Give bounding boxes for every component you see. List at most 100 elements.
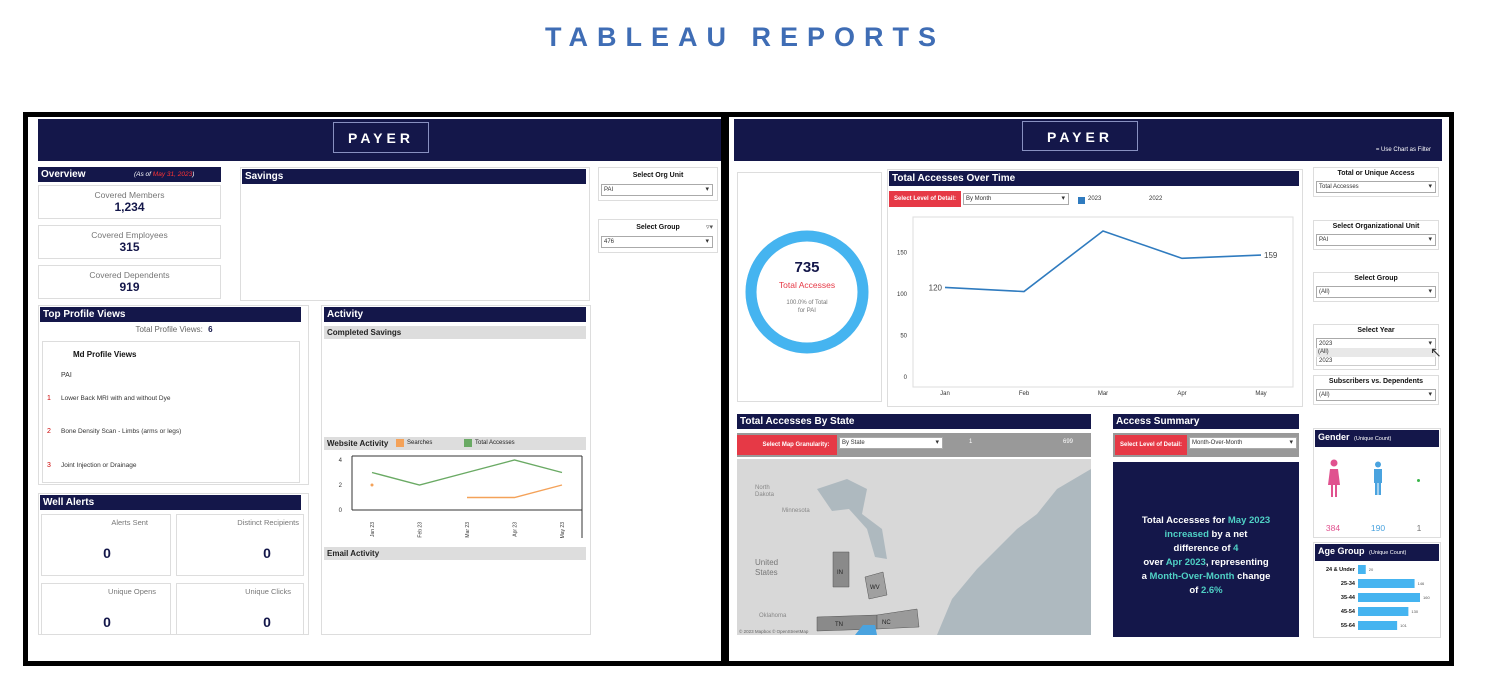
map-copyright: © 2023 Mapbox © OpenStreetMap: [739, 628, 809, 634]
group-filter-right: Select Group (All): [1313, 272, 1439, 302]
org-unit-select[interactable]: PAI: [601, 184, 713, 196]
summary-pct: 2.6%: [1200, 585, 1223, 596]
tat-plot-area: [912, 216, 1294, 388]
map-label-oklahoma: Oklahoma: [759, 613, 787, 619]
group-label-right: Select Group: [1354, 275, 1398, 282]
tat-line-chart[interactable]: 0 50 100 150 Jan Feb Mar Apr May 120 159: [889, 213, 1299, 403]
web-x-tick-4: May 23: [560, 522, 566, 539]
subs-label: Subscribers vs. Dependents: [1328, 378, 1424, 385]
tat-level-select[interactable]: By Month: [963, 193, 1069, 205]
unique-opens-cell: Unique Opens 0: [41, 583, 171, 635]
age-group-chart[interactable]: 24 & Under 20 25-34 146 35-44 160 45-54 130 55-6…: [1315, 561, 1439, 637]
age-label-2: 35-44: [1341, 595, 1356, 601]
map-label-tn: TN: [835, 622, 843, 628]
summary-month: May 2023: [1227, 515, 1271, 526]
savings-header: Savings: [242, 169, 586, 184]
state-map[interactable]: North Dakota Minnesota United States IN …: [737, 459, 1091, 635]
summary-text-4: difference of: [1173, 543, 1234, 554]
website-activity-chart[interactable]: 0 2 4 Jan 23 Feb 23 Mar 23 Apr 23 May 23: [324, 452, 590, 542]
age-bar-3: [1358, 607, 1409, 616]
donut-label: Total Accesses: [778, 280, 836, 290]
summary-line-5: a Month-Over-Month change: [1113, 570, 1299, 584]
subs-select[interactable]: (All): [1316, 389, 1436, 401]
filter-funnel-icon[interactable]: ▿▾: [706, 223, 713, 231]
alerts-sent-value: 0: [103, 545, 111, 561]
total-legend-label: Total Accesses: [475, 440, 515, 446]
age-title: Age Group: [1318, 546, 1365, 556]
age-bar-0: [1358, 565, 1366, 574]
unique-clicks-label: Unique Clicks: [245, 587, 291, 596]
state-header: Total Accesses By State: [737, 414, 1091, 429]
total-accesses-donut[interactable]: [743, 212, 871, 372]
group-select-right[interactable]: (All): [1316, 286, 1436, 298]
age-value-1: 146: [1418, 581, 1425, 586]
total-profile-label: Total Profile Views:: [135, 325, 203, 334]
as-of-prefix: (As of: [134, 171, 153, 178]
summary-line-3: difference of 4: [1113, 542, 1299, 556]
group-select[interactable]: 476: [601, 236, 713, 248]
org-unit-label: Select Org Unit: [632, 172, 684, 179]
summary-mom: Month-Over-Month: [1149, 571, 1235, 582]
unique-opens-label: Unique Opens: [108, 587, 156, 596]
alerts-sent-cell: Alerts Sent 0: [41, 514, 171, 576]
left-dashboard: PAYER Overview (As of May 31, 2023) Cove…: [23, 112, 726, 666]
summary-text-5: over: [1143, 557, 1166, 568]
age-label-3: 45-54: [1341, 609, 1356, 615]
legend-2023-swatch: [1078, 197, 1085, 204]
age-label-1: 25-34: [1341, 581, 1356, 587]
email-activity-header: Email Activity: [324, 547, 586, 560]
as-of-date: May 31, 2023: [152, 171, 193, 178]
year-option-2023[interactable]: 2023: [1316, 357, 1436, 366]
summary-diff: 4: [1233, 543, 1239, 554]
total-profile-views: Total Profile Views: 6: [40, 325, 308, 334]
summary-line-6: of 2.6%: [1113, 584, 1299, 598]
group-filter: Select Group ▿▾ 476: [598, 219, 718, 253]
web-y-tick-1: 2: [339, 483, 343, 489]
age-bar-2: [1358, 593, 1420, 602]
tat-header: Total Accesses Over Time: [889, 171, 1299, 186]
tat-x-tick-3: Apr: [1177, 391, 1186, 397]
donut-arc: [745, 230, 869, 354]
web-x-tick-2: Mar 23: [465, 522, 471, 538]
web-series-line-0: [467, 484, 563, 499]
age-bar-1: [1358, 579, 1415, 588]
org-unit-select-right[interactable]: PAI: [1316, 234, 1436, 246]
covered-members-card: Covered Members 1,234: [38, 185, 221, 219]
total-profile-value: 6: [208, 325, 213, 334]
covered-employees-value: 315: [119, 240, 140, 254]
covered-dependents-card: Covered Dependents 919: [38, 265, 221, 299]
tat-x-tick-4: May: [1255, 391, 1266, 397]
profile-item-2[interactable]: Bone Density Scan - Limbs (arms or legs): [61, 428, 181, 435]
profile-item-1[interactable]: Lower Back MRI with and without Dye: [61, 395, 170, 402]
completed-savings-header: Completed Savings: [324, 326, 586, 339]
female-icon: [1328, 459, 1340, 497]
unique-opens-value: 0: [103, 614, 111, 630]
org-unit-filter-right: Select Organizational Unit PAI: [1313, 220, 1439, 250]
distinct-recipients-label: Distinct Recipients: [237, 518, 299, 527]
covered-employees-label: Covered Employees: [91, 230, 168, 240]
summary-line-1: Total Accesses for May 2023: [1113, 514, 1299, 528]
tat-level-label: Select Level of Detail:: [889, 191, 961, 207]
year-select[interactable]: 2023: [1316, 338, 1436, 349]
map-range-max: 699: [1063, 439, 1074, 445]
summary-prev: Apr 2023: [1165, 557, 1206, 568]
covered-dependents-label: Covered Dependents: [89, 270, 170, 280]
chart-filter-note: = Use Chart as Filter: [1375, 147, 1431, 153]
covered-employees-card: Covered Employees 315: [38, 225, 221, 259]
age-value-3: 130: [1411, 609, 1418, 614]
searches-legend-label: Searches: [407, 440, 433, 446]
distinct-recipients-value: 0: [263, 545, 271, 561]
searches-legend-swatch: [396, 439, 404, 447]
summary-text-3: by a net: [1208, 529, 1248, 540]
left-payer-title: PAYER: [333, 122, 429, 153]
profile-item-3[interactable]: Joint Injection or Drainage: [61, 462, 137, 469]
map-label-dakota: Dakota: [755, 492, 775, 498]
total-unique-select[interactable]: Total Accesses: [1316, 181, 1436, 193]
summary-level-select[interactable]: Month-Over-Month: [1189, 437, 1297, 449]
legend-2023-label: 2023: [1088, 196, 1102, 202]
gender-title: Gender: [1318, 432, 1350, 442]
year-option-all[interactable]: (All): [1316, 348, 1436, 357]
web-x-tick-1: Feb 23: [418, 522, 424, 538]
map-granularity-select[interactable]: By State: [839, 437, 943, 449]
total-unique-label: Total or Unique Access: [1337, 170, 1415, 177]
